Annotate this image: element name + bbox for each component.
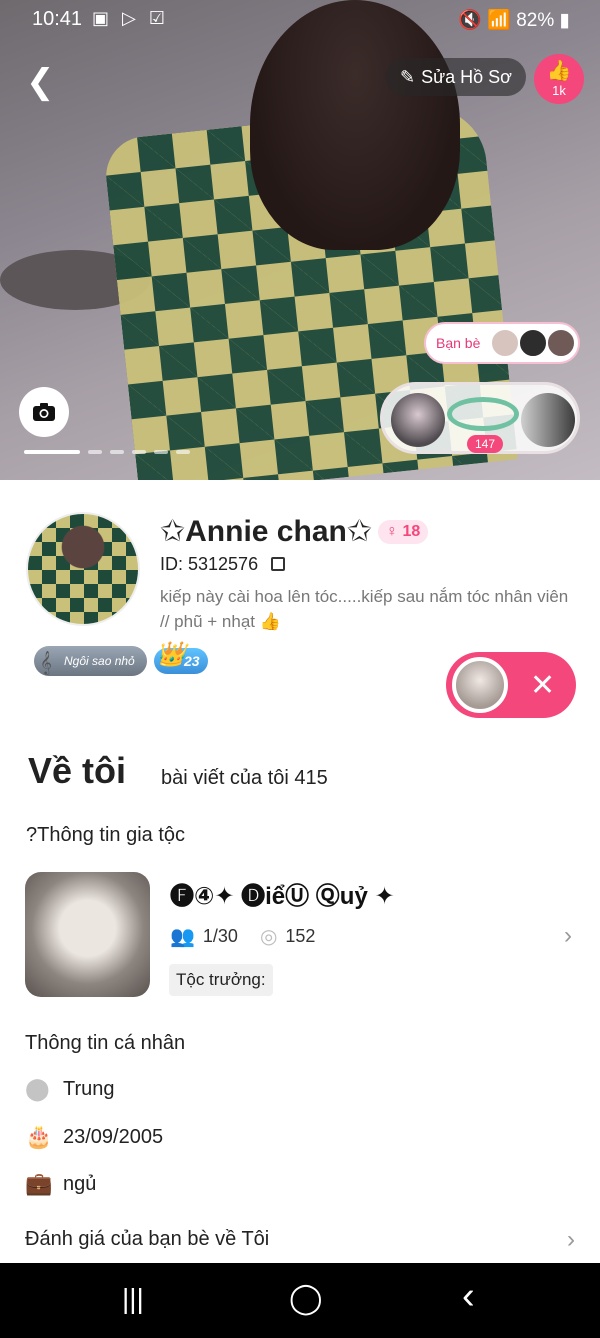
my-posts-link[interactable]: bài viết của tôi 415 — [161, 767, 328, 790]
gift-count-badge: 147 — [467, 435, 504, 453]
clan-points-icon: ◎ — [259, 926, 278, 948]
badge-star-label: Ngôi sao nhỏ — [64, 654, 135, 668]
carousel-dot — [176, 450, 190, 454]
carousel-dot — [110, 450, 124, 454]
thumbs-up-icon: 👍 — [546, 60, 572, 82]
friend-avatar — [518, 328, 549, 358]
location-value: Trung — [63, 1077, 115, 1100]
floating-avatar — [452, 657, 508, 713]
change-cover-button[interactable] — [19, 387, 69, 437]
clan-avatar[interactable] — [25, 872, 150, 997]
profile-cover[interactable]: 10:41 ▣ ▷ ☑ 🔇 📶 82% ▮ ❮ ✎ Sửa Hồ Sơ 👍 1k… — [0, 0, 600, 480]
gift-item-photo — [521, 393, 575, 447]
chevron-left-icon: ❮ — [26, 63, 55, 101]
friend-reviews-row[interactable]: Đánh giá của bạn bè về Tôi › — [25, 1226, 575, 1253]
avatar[interactable] — [26, 512, 140, 626]
carousel-dot — [154, 450, 168, 454]
clan-name[interactable]: 🅕④✦ 🅓iểⓊ Ⓠuỷ ✦ — [170, 876, 395, 911]
edit-profile-label: Sửa Hồ Sơ — [421, 67, 512, 87]
music-note-icon: 𝄞 — [40, 652, 52, 674]
cake-icon: 🎂 — [25, 1124, 53, 1149]
clan-leader-chip: Tộc trưởng: — [169, 964, 273, 996]
profile-bio: kiếp này cài hoa lên tóc.....kiếp sau nắ… — [160, 587, 569, 631]
birthday-value: 23/09/2005 — [63, 1125, 164, 1148]
camera-icon — [33, 403, 55, 421]
carousel-dot-active — [24, 450, 80, 454]
back-button[interactable]: ❮ — [26, 62, 60, 102]
carousel-dot — [88, 450, 102, 454]
close-icon[interactable]: ✕ — [530, 668, 555, 703]
friend-avatar — [490, 328, 521, 358]
floating-profile-pill[interactable]: ✕ — [446, 652, 576, 718]
gift-item-wreath — [447, 397, 519, 431]
like-button[interactable]: 👍 1k — [534, 54, 584, 104]
briefcase-icon: 💼 — [25, 1171, 53, 1196]
profile-id: ID: 5312576 — [160, 554, 259, 574]
system-nav-bar: ||| ◯ ‹ — [0, 1263, 600, 1338]
carousel-indicator — [24, 450, 190, 454]
badge-level[interactable]: 👑 23 — [154, 642, 208, 674]
badge-level-value: 23 — [184, 653, 200, 669]
info-row-birthday: 🎂 23/09/2005 — [25, 1124, 163, 1150]
copy-icon[interactable] — [271, 557, 286, 571]
friends-pill[interactable]: Bạn bè — [424, 322, 580, 364]
status-bar: 10:41 ▣ ▷ ☑ 🔇 📶 82% ▮ — [0, 0, 600, 38]
status-system-icons: 🔇 📶 82% ▮ — [458, 10, 570, 31]
edit-profile-button[interactable]: ✎ Sửa Hồ Sơ — [386, 58, 526, 96]
chevron-right-icon[interactable]: › — [564, 922, 572, 950]
like-count: 1k — [552, 83, 566, 98]
gender-level-value: 18 — [402, 523, 421, 540]
friend-avatar — [546, 328, 577, 358]
carousel-dot — [132, 450, 146, 454]
personal-info-title: Thông tin cá nhân — [25, 1032, 186, 1054]
status-notification-icons: ▣ ▷ ☑ — [92, 8, 169, 28]
crown-icon: 👑 — [156, 641, 186, 668]
gift-item-photo — [391, 393, 445, 447]
recent-apps-button[interactable]: ||| — [122, 1283, 144, 1315]
clan-stats: 👥 1/30 ◎ 152 — [170, 924, 315, 949]
clan-section-title: ?Thông tin gia tộc — [26, 824, 185, 846]
chevron-right-icon: › — [567, 1226, 575, 1253]
section-title-about: Về tôi — [28, 750, 127, 791]
members-icon: 👥 — [170, 926, 195, 948]
clan-points: 152 — [285, 926, 316, 946]
home-button[interactable]: ◯ — [289, 1281, 323, 1316]
clan-members: 1/30 — [202, 926, 238, 946]
friend-reviews-title: Đánh giá của bạn bè về Tôi — [25, 1228, 270, 1250]
info-row-location: ⬤ Trung — [25, 1076, 115, 1102]
profile-name: ✩Annie chan✩ — [160, 515, 372, 548]
friends-label: Bạn bè — [436, 335, 481, 351]
pencil-icon: ✎ — [400, 67, 416, 87]
job-value: ngủ — [63, 1172, 97, 1195]
badge-small-star[interactable]: 𝄞 Ngôi sao nhỏ — [34, 646, 147, 676]
status-time: 10:41 — [32, 8, 83, 30]
gift-showcase[interactable]: 147 — [380, 382, 580, 454]
gender-level-badge: ♀ 18 — [378, 520, 429, 544]
back-nav-button[interactable]: ‹ — [462, 1275, 475, 1318]
location-pin-icon: ⬤ — [25, 1076, 50, 1101]
profile-id-row[interactable]: ID: 5312576 — [160, 554, 286, 575]
info-row-job: 💼 ngủ — [25, 1171, 96, 1197]
female-icon: ♀ — [386, 523, 403, 540]
